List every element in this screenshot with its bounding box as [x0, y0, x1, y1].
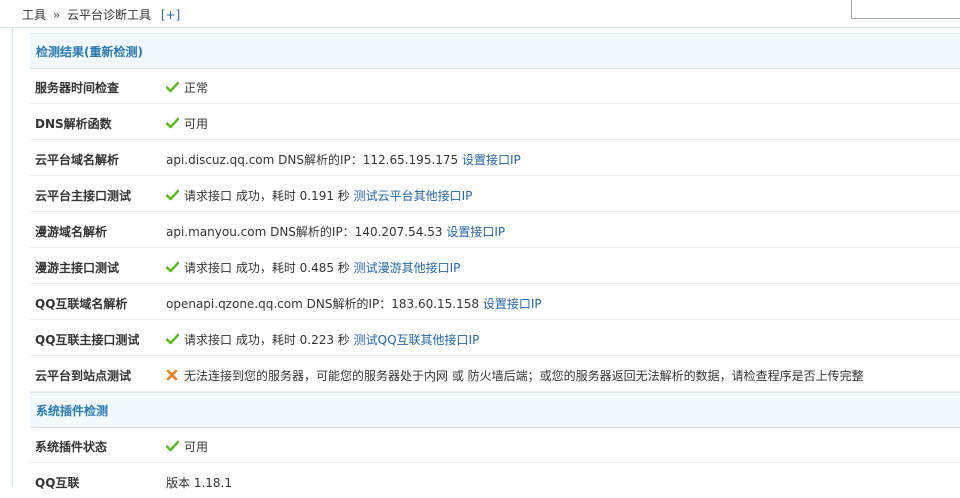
- breadcrumb-current: 云平台诊断工具: [67, 8, 152, 22]
- test-other-ip-link[interactable]: 测试QQ互联其他接口IP: [354, 333, 480, 347]
- test-other-ip-link[interactable]: 测试云平台其他接口IP: [354, 189, 473, 203]
- row-qq-domain: QQ互联域名解析 openapi.qzone.qq.com DNS解析的IP：1…: [30, 284, 960, 320]
- row-value: 无法连接到您的服务器，可能您的服务器处于内网 或 防火墙后端；或您的服务器返回无…: [166, 367, 864, 384]
- results-section-header: 检测结果(重新检测): [30, 33, 960, 69]
- row-label: 漫游域名解析: [35, 225, 108, 239]
- row-value: openapi.qzone.qq.com DNS解析的IP：183.60.15.…: [166, 295, 542, 312]
- row-qq-main-api: QQ互联主接口测试 请求接口 成功，耗时 0.223 秒 测试QQ互联其他接口I…: [30, 320, 960, 356]
- row-value: 请求接口 成功，耗时 0.223 秒 测试QQ互联其他接口IP: [166, 331, 479, 348]
- search-box[interactable]: [851, 0, 960, 19]
- set-ip-link[interactable]: 设置接口IP: [446, 225, 505, 239]
- row-manyou-domain: 漫游域名解析 api.manyou.com DNS解析的IP：140.207.5…: [30, 212, 960, 248]
- row-value-text: 可用: [184, 117, 209, 131]
- check-icon: [166, 117, 179, 129]
- check-icon: [166, 189, 179, 201]
- row-label: 漫游主接口测试: [35, 261, 120, 275]
- row-value: 可用: [166, 115, 208, 132]
- expand-toggle[interactable]: [+]: [161, 8, 180, 22]
- row-value: api.manyou.com DNS解析的IP：140.207.54.53 设置…: [166, 223, 505, 240]
- row-label: QQ互联主接口测试: [35, 333, 140, 347]
- results-section-title[interactable]: 检测结果(重新检测): [36, 43, 143, 60]
- row-value: 可用: [166, 438, 208, 455]
- test-other-ip-link[interactable]: 测试漫游其他接口IP: [354, 261, 461, 275]
- row-value: api.discuz.qq.com DNS解析的IP：112.65.195.17…: [166, 151, 521, 168]
- row-value-text: 版本 1.18.1: [166, 476, 232, 490]
- row-manyou-main-api: 漫游主接口测试 请求接口 成功，耗时 0.485 秒 测试漫游其他接口IP: [30, 248, 960, 284]
- breadcrumb-separator: »: [52, 8, 61, 22]
- row-value-text: 请求接口 成功，耗时 0.191 秒: [184, 189, 350, 203]
- row-label: 系统插件状态: [35, 440, 108, 454]
- row-value-text: 正常: [184, 81, 209, 95]
- plugins-section-title: 系统插件检测: [36, 404, 109, 418]
- breadcrumb-root[interactable]: 工具: [22, 8, 46, 22]
- row-value-text: 可用: [184, 440, 209, 454]
- cross-icon: [166, 369, 178, 381]
- row-value-text: 请求接口 成功，耗时 0.223 秒: [184, 333, 350, 347]
- check-icon: [166, 81, 179, 93]
- plugins-section-header: 系统插件检测: [30, 392, 960, 428]
- row-value: 请求接口 成功，耗时 0.485 秒 测试漫游其他接口IP: [166, 259, 460, 276]
- row-value: 请求接口 成功，耗时 0.191 秒 测试云平台其他接口IP: [166, 187, 472, 204]
- row-value: 版本 1.18.1: [166, 474, 232, 491]
- row-value: 正常: [166, 79, 208, 96]
- row-value-text: api.manyou.com DNS解析的IP：140.207.54.53: [166, 225, 443, 239]
- row-label: QQ互联: [35, 476, 80, 490]
- row-dns-function: DNS解析函数 可用: [30, 104, 960, 140]
- row-server-time: 服务器时间检查 正常: [30, 68, 960, 104]
- row-label: 云平台主接口测试: [35, 189, 132, 203]
- row-plugin-status: 系统插件状态 可用: [30, 427, 960, 463]
- row-qq-connect: QQ互联 版本 1.18.1: [30, 463, 960, 498]
- check-icon: [166, 440, 179, 452]
- row-label: 云平台域名解析: [35, 153, 120, 167]
- row-label: 服务器时间检查: [35, 81, 120, 95]
- check-icon: [166, 261, 179, 273]
- set-ip-link[interactable]: 设置接口IP: [483, 297, 542, 311]
- row-value-text: openapi.qzone.qq.com DNS解析的IP：183.60.15.…: [166, 297, 480, 311]
- row-cloud-domain: 云平台域名解析 api.discuz.qq.com DNS解析的IP：112.6…: [30, 140, 960, 176]
- row-label: DNS解析函数: [35, 117, 112, 131]
- check-icon: [166, 333, 179, 345]
- set-ip-link[interactable]: 设置接口IP: [462, 153, 521, 167]
- row-cloud-to-site: 云平台到站点测试 无法连接到您的服务器，可能您的服务器处于内网 或 防火墙后端；…: [30, 356, 960, 392]
- row-label: 云平台到站点测试: [35, 369, 132, 383]
- row-value-text: 无法连接到您的服务器，可能您的服务器处于内网 或 防火墙后端；或您的服务器返回无…: [184, 369, 864, 383]
- breadcrumb: 工具 » 云平台诊断工具 [+]: [22, 6, 180, 23]
- row-cloud-main-api: 云平台主接口测试 请求接口 成功，耗时 0.191 秒 测试云平台其他接口IP: [30, 176, 960, 212]
- row-value-text: 请求接口 成功，耗时 0.485 秒: [184, 261, 350, 275]
- row-label: QQ互联域名解析: [35, 297, 128, 311]
- row-value-text: api.discuz.qq.com DNS解析的IP：112.65.195.17…: [166, 153, 459, 167]
- top-bar: 工具 » 云平台诊断工具 [+]: [0, 0, 960, 28]
